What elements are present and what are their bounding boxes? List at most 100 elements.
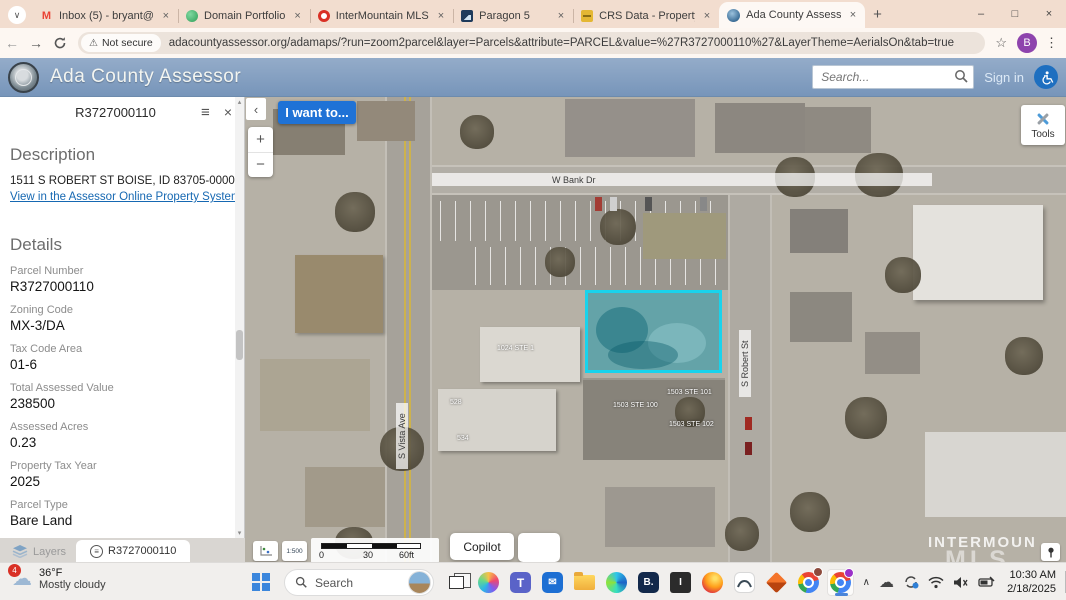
file-explorer-icon[interactable]	[571, 569, 598, 596]
new-tab-button[interactable]: +	[873, 6, 882, 23]
battery-pen-icon[interactable]	[978, 576, 996, 588]
tab-close-icon[interactable]: ×	[847, 9, 859, 21]
taskbar-search[interactable]: Search	[284, 569, 434, 596]
site-search-input[interactable]	[812, 65, 974, 89]
tab-paragon[interactable]: Paragon 5 ×	[453, 4, 573, 28]
field-value: MX-3/DA	[10, 318, 244, 333]
b-app-icon[interactable]: B.	[635, 569, 662, 596]
address-label: 534	[457, 435, 469, 442]
search-icon	[295, 576, 308, 589]
wifi-icon[interactable]	[928, 576, 944, 589]
accessibility-icon[interactable]	[1034, 65, 1058, 89]
outlook-icon[interactable]: ✉	[539, 569, 566, 596]
panel-collapse-button[interactable]: ‹	[246, 98, 266, 120]
aerial-tree	[335, 192, 375, 232]
browser-menu-icon[interactable]: ⋮	[1045, 35, 1058, 51]
tab-ada-county-assessor[interactable]: Ada County Assessor Parce... ×	[719, 2, 865, 28]
tooltip-box	[518, 533, 560, 562]
tab-crs-data[interactable]: CRS Data - Property Repor... ×	[573, 4, 719, 28]
panel-bottom-tabs: Layers ≡ R3727000110	[0, 538, 245, 562]
scrollbar-thumb[interactable]	[236, 330, 243, 360]
highlighted-parcel[interactable]	[585, 290, 722, 373]
forward-icon[interactable]: →	[24, 35, 48, 51]
aerial-tree	[725, 517, 759, 551]
aerial-grass	[643, 213, 726, 259]
tab-close-icon[interactable]: ×	[435, 10, 447, 22]
omnibox[interactable]: ⚠ Not secure adacountyassessor.org/adama…	[78, 32, 985, 54]
tab-layers[interactable]: Layers	[0, 545, 76, 562]
tab-intermountain-mls[interactable]: InterMountain MLS ×	[310, 4, 453, 28]
field-label: Total Assessed Value	[10, 382, 244, 394]
weather-desc: Mostly cloudy	[39, 579, 106, 591]
parcel-info-panel: R3727000110 ≡ × Description 1511 S ROBER…	[0, 97, 245, 538]
tab-parcel-result[interactable]: ≡ R3727000110	[76, 540, 190, 562]
weather-text: 36°F Mostly cloudy	[39, 567, 106, 591]
bookmark-star-icon[interactable]: ☆	[995, 35, 1007, 51]
i-app-icon[interactable]: I	[667, 569, 694, 596]
maximize-button[interactable]: □	[998, 0, 1032, 28]
chrome-active-icon[interactable]	[827, 569, 854, 596]
chrome-profile-icon[interactable]	[795, 569, 822, 596]
teams-icon[interactable]: T	[507, 569, 534, 596]
onedrive-icon[interactable]: ☁	[879, 575, 894, 590]
map-pin-button[interactable]	[1041, 543, 1060, 561]
taskbar-clock[interactable]: 10:30 AM 2/18/2025	[1007, 568, 1056, 596]
cube-app-icon[interactable]	[763, 569, 790, 596]
aerial-building	[790, 292, 852, 342]
zoom-out-button[interactable]: −	[248, 153, 273, 178]
volume-muted-icon[interactable]	[953, 576, 969, 589]
i-want-to-button[interactable]: I want to...	[278, 101, 356, 124]
tab-gmail[interactable]: M Inbox (5) - bryant@urban... ×	[32, 4, 178, 28]
tab-close-icon[interactable]: ×	[160, 10, 172, 22]
field-assessed-acres: Assessed Acres 0.23	[10, 421, 244, 450]
scale-ratio-button[interactable]: 1:500	[282, 541, 307, 561]
tab-close-icon[interactable]: ×	[701, 10, 713, 22]
aerial-map[interactable]: W Bank Dr S Vista Ave S Robert St 1024 S…	[245, 97, 1066, 562]
assessor-system-link[interactable]: View in the Assessor Online Property Sys…	[10, 191, 241, 203]
zoom-in-button[interactable]: +	[248, 127, 273, 153]
weather-widget[interactable]: ☁4 36°F Mostly cloudy	[12, 567, 106, 591]
address-label: 1024 STE 1	[497, 345, 534, 352]
close-button[interactable]: ×	[1032, 0, 1066, 28]
firefox-icon[interactable]	[699, 569, 726, 596]
reload-icon[interactable]	[48, 36, 72, 50]
panel-menu-icon[interactable]: ≡	[201, 104, 210, 121]
copilot-icon[interactable]	[475, 569, 502, 596]
map-zoom-control: + −	[248, 127, 273, 177]
aerial-building	[865, 332, 920, 374]
coordinates-widget-button[interactable]	[253, 541, 278, 561]
paragon-icon	[461, 10, 473, 22]
sign-in-link[interactable]: Sign in	[984, 70, 1024, 85]
scroll-down-icon[interactable]: ▾	[235, 529, 244, 537]
tab-domain-portfolio[interactable]: Domain Portfolio ×	[178, 4, 310, 28]
scroll-up-icon[interactable]: ▴	[235, 98, 244, 106]
tray-chevron-icon[interactable]: ∧	[863, 577, 870, 588]
crs-data-icon	[581, 10, 593, 22]
tab-close-icon[interactable]: ×	[555, 10, 567, 22]
tab-title: Paragon 5	[479, 10, 549, 22]
task-view-icon[interactable]	[443, 569, 470, 596]
tab-close-icon[interactable]: ×	[291, 10, 303, 22]
tab-parcel-label: R3727000110	[108, 545, 176, 557]
panel-close-icon[interactable]: ×	[224, 104, 232, 120]
arc-browser-icon[interactable]	[731, 569, 758, 596]
sync-icon[interactable]	[903, 574, 919, 590]
field-label: Assessed Acres	[10, 421, 244, 433]
tools-label: Tools	[1031, 129, 1054, 140]
aerial-building	[790, 209, 848, 253]
tools-button[interactable]: Tools	[1021, 105, 1065, 145]
field-value: 01-6	[10, 357, 244, 372]
weather-cloud-icon: ☁4	[12, 569, 32, 589]
site-header: Ada County Assessor Sign in	[0, 58, 1066, 97]
not-secure-badge[interactable]: ⚠ Not secure	[81, 34, 161, 52]
back-icon[interactable]: ←	[0, 35, 24, 51]
edge-icon[interactable]	[603, 569, 630, 596]
aerial-building	[305, 467, 385, 527]
field-value: Bare Land	[10, 513, 244, 528]
windows-start-button[interactable]	[252, 573, 270, 591]
profile-avatar[interactable]: B	[1017, 33, 1037, 53]
tab-search-icon[interactable]: ∨	[8, 6, 26, 24]
minimize-button[interactable]: –	[964, 0, 998, 28]
aerial-building	[480, 327, 580, 382]
sidebar-scrollbar[interactable]: ▴ ▾	[235, 97, 244, 538]
